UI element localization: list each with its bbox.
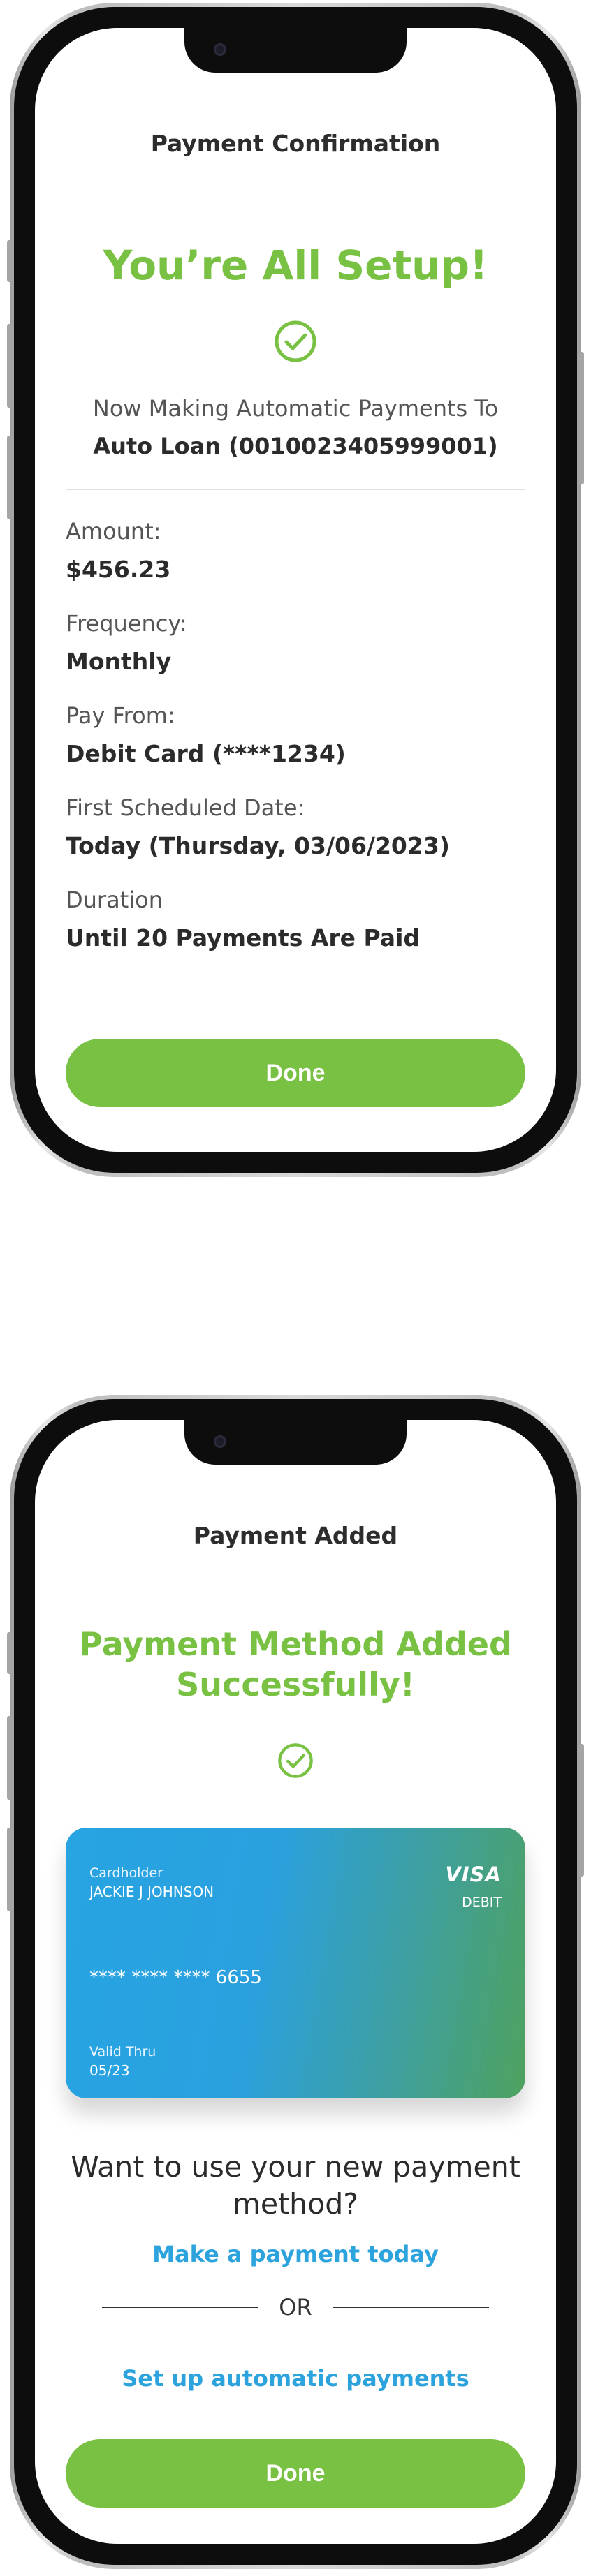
done-button[interactable]: Done <box>66 1039 525 1107</box>
phone-frame-payment-added: Payment Added Payment Method Added Succe… <box>7 1395 584 2569</box>
card-number: **** **** **** 6655 <box>89 1967 262 1988</box>
power-button <box>578 352 584 484</box>
divider <box>66 489 525 490</box>
make-payment-link[interactable]: Make a payment today <box>35 2241 556 2267</box>
success-headline: Payment Method Added Successfully! <box>35 1624 556 1705</box>
card-type: DEBIT <box>462 1895 502 1910</box>
volume-down-button <box>7 1828 13 1911</box>
amount-label: Amount: <box>66 518 161 545</box>
account-name: Auto Loan (0010023405999001) <box>93 433 498 459</box>
confirmation-screen: Payment Confirmation You’re All Setup! N… <box>35 28 556 1152</box>
duration-label: Duration <box>66 887 163 913</box>
phone-bezel: Payment Added Payment Method Added Succe… <box>14 1399 577 2565</box>
cardholder-label: Cardholder <box>89 1865 163 1881</box>
volume-up-button <box>7 1716 13 1800</box>
notch <box>184 28 407 73</box>
pay-from-value: Debit Card (****1234) <box>66 740 346 767</box>
question-text: Want to use your new payment method? <box>56 2149 535 2223</box>
debit-card: Cardholder JACKIE J JOHNSON **** **** **… <box>66 1828 525 2098</box>
volume-up-button <box>7 324 13 408</box>
valid-thru-value: 05/23 <box>89 2062 130 2079</box>
amount-value: $456.23 <box>66 556 171 583</box>
question-line-2: method? <box>232 2187 359 2221</box>
auto-payments-link[interactable]: Set up automatic payments <box>35 2365 556 2392</box>
check-circle-icon <box>275 320 316 362</box>
visa-logo: VISA <box>445 1863 502 1886</box>
or-divider-right <box>333 2307 489 2308</box>
headline-line-1: Payment Method Added <box>79 1625 512 1663</box>
check-circle-icon <box>278 1743 313 1778</box>
frequency-value: Monthly <box>66 648 172 675</box>
cardholder-name: JACKIE J JOHNSON <box>89 1883 214 1900</box>
volume-down-button <box>7 436 13 519</box>
page-title: Payment Added <box>193 1522 398 1549</box>
headline-line-2: Successfully! <box>176 1666 415 1703</box>
done-button[interactable]: Done <box>66 2439 525 2508</box>
payment-added-screen: Payment Added Payment Method Added Succe… <box>35 1420 556 2544</box>
camera-icon <box>214 43 226 56</box>
phone-bezel: Payment Confirmation You’re All Setup! N… <box>14 7 577 1173</box>
camera-icon <box>214 1435 226 1448</box>
first-date-value: Today (Thursday, 03/06/2023) <box>66 832 450 859</box>
subtitle: Now Making Automatic Payments To <box>92 395 499 422</box>
valid-thru-label: Valid Thru <box>89 2044 156 2059</box>
first-date-label: First Scheduled Date: <box>66 794 305 821</box>
page-title: Payment Confirmation <box>150 130 441 157</box>
duration-value: Until 20 Payments Are Paid <box>66 924 421 952</box>
pay-from-label: Pay From: <box>66 702 175 729</box>
success-headline: You’re All Setup! <box>103 242 488 289</box>
phone-frame-confirmation: Payment Confirmation You’re All Setup! N… <box>7 3 584 1177</box>
silent-switch <box>7 1632 13 1674</box>
silent-switch <box>7 240 13 282</box>
power-button <box>578 1744 584 1877</box>
frequency-label: Frequency: <box>66 610 187 637</box>
question-line-1: Want to use your new payment <box>71 2150 520 2184</box>
notch <box>184 1420 407 1465</box>
